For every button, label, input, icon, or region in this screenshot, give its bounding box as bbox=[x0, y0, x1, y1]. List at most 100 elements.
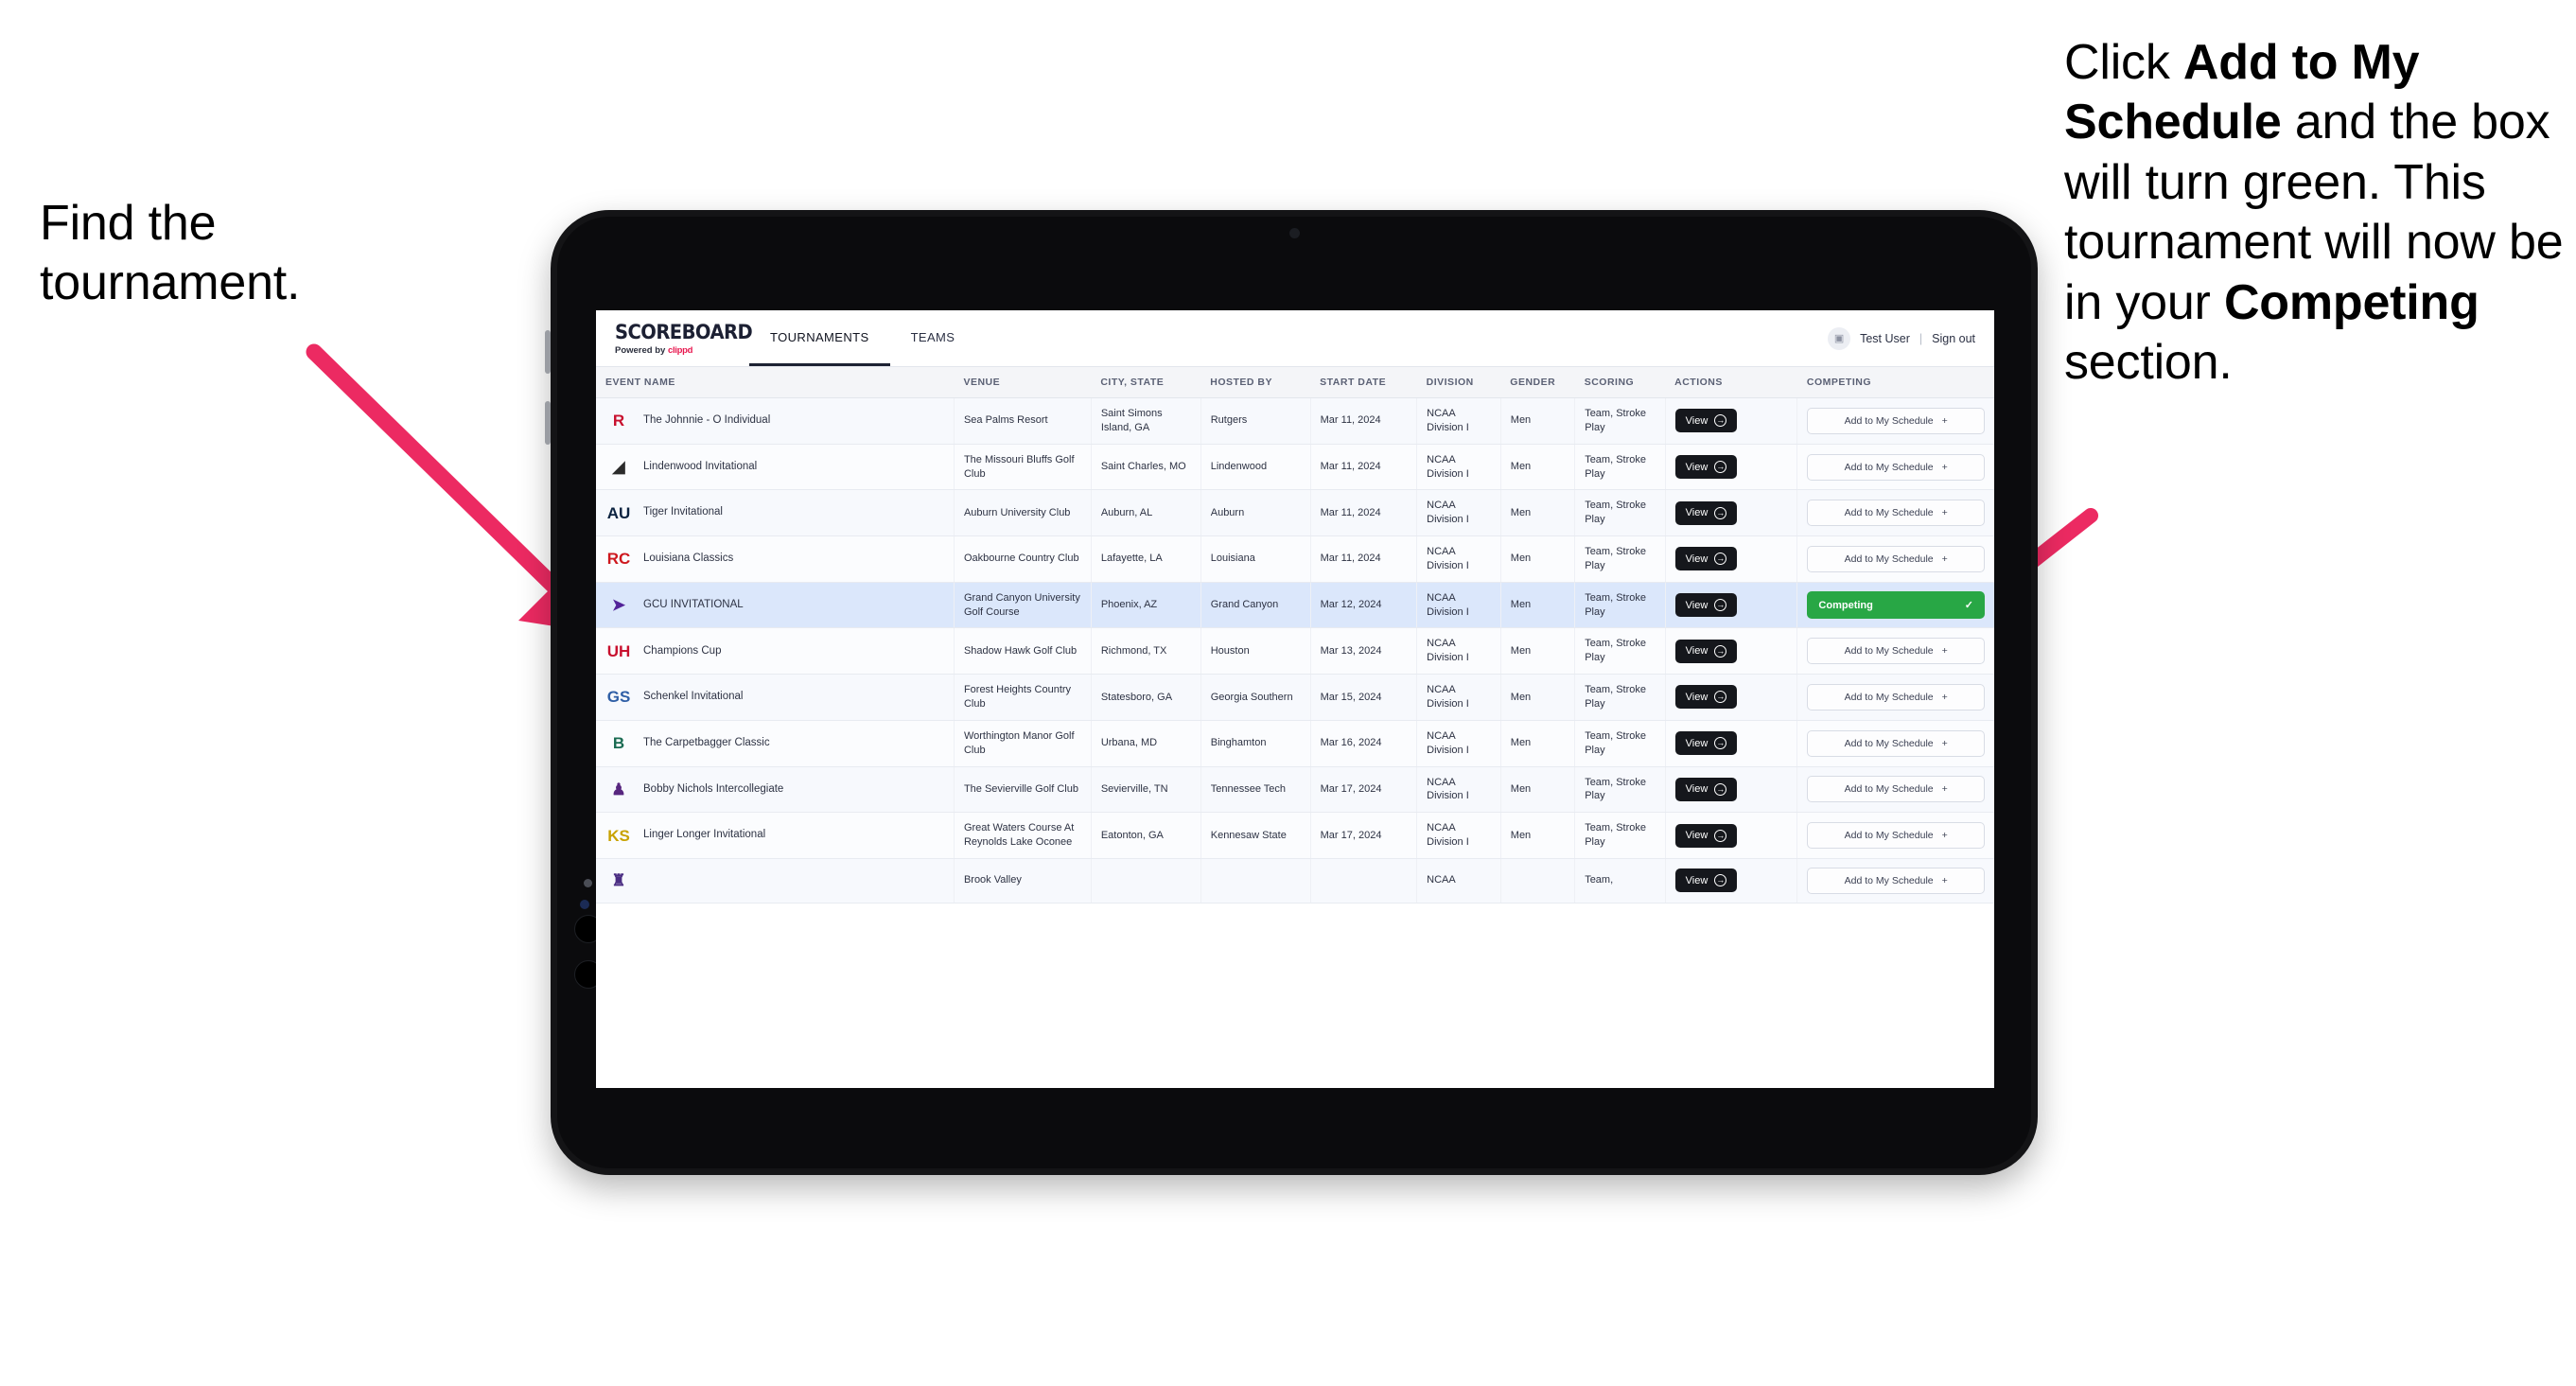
cell-gender: Men bbox=[1500, 535, 1576, 583]
add-to-my-schedule-label: Add to My Schedule bbox=[1844, 414, 1934, 427]
cell-hosted-by: Lindenwood bbox=[1200, 444, 1311, 491]
view-button-label: View bbox=[1685, 414, 1709, 427]
table-row[interactable]: UH Champions Cup Shadow Hawk Golf Club Rich… bbox=[596, 627, 1994, 675]
tablet-screen: SCOREBOARD Powered by clippd TOURNAMENTS… bbox=[596, 310, 1994, 1088]
cell-gender: Men bbox=[1500, 812, 1576, 859]
table-row[interactable]: ♜ Brook Valley NCAA Team, View → Add to My Sch… bbox=[596, 858, 1994, 904]
tab-teams[interactable]: TEAMS bbox=[890, 310, 976, 366]
add-to-my-schedule-button[interactable]: Add to My Schedule + bbox=[1807, 776, 1985, 803]
add-to-my-schedule-button[interactable]: Add to My Schedule + bbox=[1807, 500, 1985, 527]
cell-venue: The Sevierville Golf Club bbox=[954, 766, 1092, 814]
view-button[interactable]: View → bbox=[1674, 593, 1738, 618]
add-to-my-schedule-button[interactable]: Add to My Schedule + bbox=[1807, 683, 1985, 711]
cell-competing: Add to My Schedule + bbox=[1796, 858, 1994, 904]
cell-competing: Add to My Schedule + bbox=[1796, 535, 1994, 583]
cell-gender: Men bbox=[1500, 627, 1576, 675]
plus-icon: + bbox=[1941, 737, 1948, 749]
table-row[interactable]: R The Johnnie - O Individual Sea Palms Res… bbox=[596, 397, 1994, 445]
event-name-label: Champions Cup bbox=[643, 644, 722, 657]
cell-competing: Add to My Schedule + bbox=[1796, 720, 1994, 767]
col-gender: GENDER bbox=[1500, 367, 1575, 398]
add-to-my-schedule-button[interactable]: Add to My Schedule + bbox=[1807, 729, 1985, 757]
table-row[interactable]: ◢ Lindenwood Invitational The Missouri Blu… bbox=[596, 444, 1994, 491]
view-button[interactable]: View → bbox=[1674, 685, 1738, 710]
cell-competing: Add to My Schedule + bbox=[1796, 674, 1994, 721]
user-avatar-icon[interactable]: ▣ bbox=[1828, 326, 1851, 350]
arrow-right-circle-icon: → bbox=[1714, 461, 1727, 474]
plus-icon: + bbox=[1941, 645, 1948, 658]
view-button[interactable]: View → bbox=[1674, 639, 1738, 663]
competing-button[interactable]: Competing ✓ bbox=[1807, 591, 1985, 620]
view-button-label: View bbox=[1685, 645, 1709, 658]
cell-city-state: Phoenix, AZ bbox=[1091, 582, 1201, 629]
add-to-my-schedule-button[interactable]: Add to My Schedule + bbox=[1807, 545, 1985, 572]
view-button[interactable]: View → bbox=[1674, 455, 1738, 480]
view-button[interactable]: View → bbox=[1674, 868, 1738, 893]
table-row[interactable]: KS Linger Longer Invitational Great Waters… bbox=[596, 812, 1994, 859]
volume-up-button[interactable] bbox=[545, 330, 551, 374]
cell-scoring: Team, Stroke Play bbox=[1574, 812, 1666, 859]
brand-logo[interactable]: SCOREBOARD Powered by clippd bbox=[596, 310, 753, 366]
col-city-state: CITY, STATE bbox=[1091, 367, 1201, 398]
view-button[interactable]: View → bbox=[1674, 409, 1738, 433]
view-button[interactable]: View → bbox=[1674, 500, 1738, 525]
plus-icon: + bbox=[1941, 874, 1948, 886]
cell-start-date: Mar 13, 2024 bbox=[1310, 627, 1418, 675]
view-button[interactable]: View → bbox=[1674, 731, 1738, 756]
col-hosted-by: HOSTED BY bbox=[1200, 367, 1311, 398]
arrow-right-circle-icon: → bbox=[1714, 506, 1727, 519]
cell-hosted-by: Rutgers bbox=[1200, 397, 1311, 445]
event-name-label: The Johnnie - O Individual bbox=[643, 414, 771, 427]
col-competing: COMPETING bbox=[1796, 367, 1994, 398]
cell-gender: Men bbox=[1500, 582, 1576, 629]
add-to-my-schedule-button[interactable]: Add to My Schedule + bbox=[1807, 453, 1985, 481]
add-to-my-schedule-button[interactable]: Add to My Schedule + bbox=[1807, 638, 1985, 665]
event-cell: GS Schenkel Invitational bbox=[605, 685, 944, 710]
view-button[interactable]: View → bbox=[1674, 823, 1738, 848]
view-button[interactable]: View → bbox=[1674, 547, 1738, 571]
table-row[interactable]: AU Tiger Invitational Auburn University Cl… bbox=[596, 489, 1994, 537]
table-row[interactable]: B The Carpetbagger Classic Worthington Man… bbox=[596, 720, 1994, 767]
add-to-my-schedule-label: Add to My Schedule bbox=[1844, 645, 1934, 658]
add-to-my-schedule-button[interactable]: Add to My Schedule + bbox=[1807, 822, 1985, 850]
cell-competing: Competing ✓ bbox=[1796, 582, 1994, 629]
cell-city-state: Urbana, MD bbox=[1091, 720, 1201, 767]
add-to-my-schedule-label: Add to My Schedule bbox=[1844, 783, 1934, 796]
brand-sub-prefix: Powered by bbox=[615, 345, 668, 356]
team-logo-icon: ♜ bbox=[611, 871, 626, 890]
table-row[interactable]: RC Louisiana Classics Oakbourne Country Cl… bbox=[596, 535, 1994, 583]
arrow-right-circle-icon: → bbox=[1714, 553, 1727, 566]
table-row[interactable]: GS Schenkel Invitational Forest Heights Co… bbox=[596, 674, 1994, 721]
col-division: DIVISION bbox=[1416, 367, 1501, 398]
arrow-right-circle-icon: → bbox=[1714, 874, 1727, 887]
table-row[interactable]: ➤ GCU INVITATIONAL Grand Canyon University… bbox=[596, 582, 1994, 629]
cell-actions: View → bbox=[1665, 627, 1798, 675]
cell-actions: View → bbox=[1665, 674, 1798, 721]
event-name-label: The Carpetbagger Classic bbox=[643, 736, 770, 748]
cell-competing: Add to My Schedule + bbox=[1796, 489, 1994, 537]
table-row[interactable]: ♟ Bobby Nichols Intercollegiate The Sevier… bbox=[596, 766, 1994, 814]
cell-division: NCAA Division I bbox=[1416, 766, 1501, 814]
sign-out-link[interactable]: Sign out bbox=[1932, 332, 1975, 345]
cell-venue: Forest Heights Country Club bbox=[954, 674, 1092, 721]
plus-icon: + bbox=[1941, 553, 1948, 565]
cell-event-name: B The Carpetbagger Classic bbox=[596, 720, 955, 767]
cell-venue: Sea Palms Resort bbox=[954, 397, 1092, 445]
cell-scoring: Team, Stroke Play bbox=[1574, 535, 1666, 583]
volume-down-button[interactable] bbox=[545, 401, 551, 445]
add-to-my-schedule-button[interactable]: Add to My Schedule + bbox=[1807, 407, 1985, 434]
cell-hosted-by: Tennessee Tech bbox=[1200, 766, 1311, 814]
cell-city-state: Saint Simons Island, GA bbox=[1091, 397, 1201, 445]
annotation-left: Find the tournament. bbox=[40, 196, 301, 311]
cell-division: NCAA Division I bbox=[1416, 812, 1501, 859]
annotation-right-part-3: Competing bbox=[2223, 274, 2480, 330]
tab-tournaments[interactable]: TOURNAMENTS bbox=[749, 310, 890, 366]
cell-division: NCAA Division I bbox=[1416, 674, 1501, 721]
team-logo-icon: KS bbox=[607, 826, 630, 845]
cell-event-name: ➤ GCU INVITATIONAL bbox=[596, 582, 955, 629]
view-button-label: View bbox=[1685, 874, 1709, 886]
add-to-my-schedule-button[interactable]: Add to My Schedule + bbox=[1807, 867, 1985, 894]
cell-gender: Men bbox=[1500, 674, 1576, 721]
view-button[interactable]: View → bbox=[1674, 777, 1738, 801]
cell-competing: Add to My Schedule + bbox=[1796, 766, 1994, 814]
